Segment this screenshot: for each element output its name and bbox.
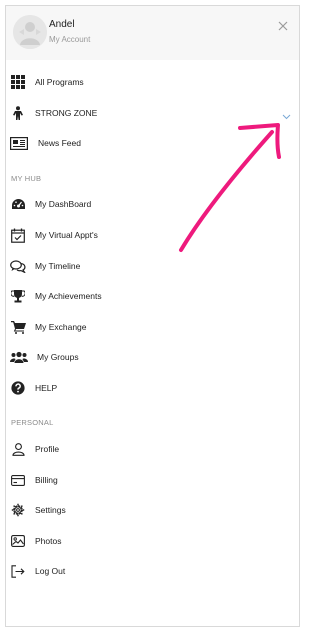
menu-item-label: News Feed bbox=[38, 138, 81, 148]
menu-item-all-programs[interactable]: All Programs bbox=[6, 71, 299, 93]
newspaper-icon bbox=[10, 135, 28, 151]
menu-item-news-feed[interactable]: News Feed bbox=[6, 132, 299, 154]
section-title-personal: PERSONAL bbox=[11, 418, 54, 427]
menu-item-groups[interactable]: My Groups bbox=[6, 346, 299, 368]
gear-icon bbox=[10, 502, 26, 518]
avatar[interactable] bbox=[13, 15, 47, 49]
menu-item-label: Profile bbox=[35, 444, 60, 454]
menu-item-label: My Exchange bbox=[35, 322, 87, 332]
users-icon bbox=[10, 349, 28, 365]
account-name: Andel bbox=[49, 19, 75, 30]
menu-item-billing[interactable]: Billing bbox=[6, 469, 299, 491]
chat-bubbles-icon bbox=[10, 258, 26, 274]
menu-item-photos[interactable]: Photos bbox=[6, 530, 299, 552]
menu-item-exchange[interactable]: My Exchange bbox=[6, 316, 299, 338]
menu-item-label: Photos bbox=[35, 536, 62, 546]
menu-item-label: Settings bbox=[35, 505, 66, 515]
menu-item-log-out[interactable]: Log Out bbox=[6, 560, 299, 582]
menu-item-dashboard[interactable]: My DashBoard bbox=[6, 193, 299, 215]
user-outline-icon bbox=[10, 441, 26, 457]
menu-item-label: HELP bbox=[35, 383, 58, 393]
menu-item-timeline[interactable]: My Timeline bbox=[6, 255, 299, 277]
menu-item-label: My Achievements bbox=[35, 291, 102, 301]
chevron-down-icon[interactable] bbox=[282, 108, 291, 120]
close-icon[interactable] bbox=[276, 19, 290, 33]
cart-icon bbox=[10, 319, 26, 335]
menu-item-achievements[interactable]: My Achievements bbox=[6, 285, 299, 307]
menu-item-virtual-appts[interactable]: My Virtual Appt's bbox=[6, 224, 299, 246]
menu-item-label: My Timeline bbox=[35, 261, 81, 271]
menu-item-settings[interactable]: Settings bbox=[6, 499, 299, 521]
section-title-my-hub: MY HUB bbox=[11, 174, 42, 183]
dashboard-icon bbox=[10, 196, 26, 212]
menu-item-label: Billing bbox=[35, 475, 58, 485]
account-header[interactable]: Andel My Account bbox=[6, 6, 299, 60]
account-subtitle: My Account bbox=[49, 35, 91, 44]
menu-item-help[interactable]: HELP bbox=[6, 377, 299, 399]
calendar-check-icon bbox=[10, 227, 26, 243]
person-icon bbox=[10, 105, 26, 121]
help-icon bbox=[10, 380, 26, 396]
grid-icon bbox=[10, 74, 26, 90]
menu-item-label: My Virtual Appt's bbox=[35, 230, 98, 240]
side-menu-panel: Andel My Account All Programs STRONG ZON… bbox=[5, 5, 300, 627]
menu-item-label: STRONG ZONE bbox=[35, 108, 98, 118]
credit-card-icon bbox=[10, 472, 26, 488]
menu-item-label: All Programs bbox=[35, 77, 84, 87]
photo-icon bbox=[10, 533, 26, 549]
menu-item-strong-zone[interactable]: STRONG ZONE bbox=[6, 102, 299, 124]
trophy-icon bbox=[10, 288, 26, 304]
logout-icon bbox=[10, 563, 26, 579]
menu-item-label: My DashBoard bbox=[35, 199, 92, 209]
menu-item-profile[interactable]: Profile bbox=[6, 438, 299, 460]
menu-item-label: Log Out bbox=[35, 566, 66, 576]
menu-item-label: My Groups bbox=[37, 352, 79, 362]
